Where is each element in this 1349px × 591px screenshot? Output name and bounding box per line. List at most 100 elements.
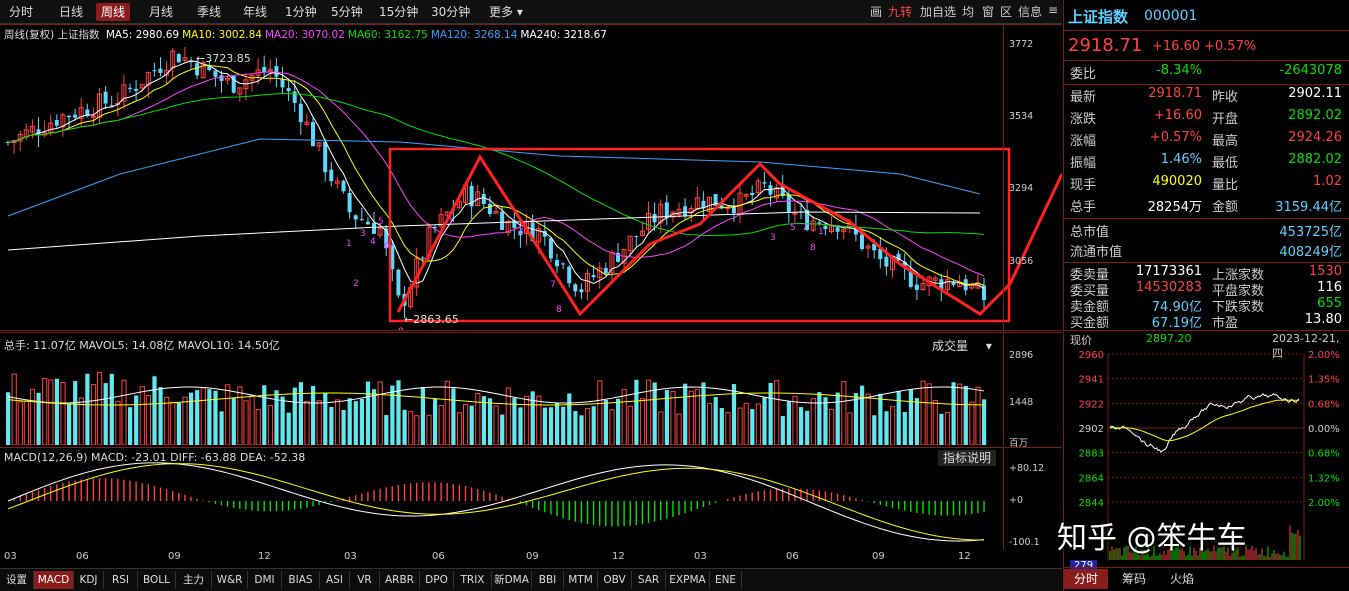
mini-tab-flame[interactable]: 火焰 [1160, 569, 1204, 589]
average-button[interactable]: 均 [962, 3, 974, 20]
tab-5min[interactable]: 5分钟 [326, 3, 368, 21]
indicator-tab[interactable]: VR [350, 571, 380, 589]
indicator-tab[interactable]: MACD [34, 571, 74, 589]
annotation-path [396, 154, 1062, 317]
x-tick: 09 [168, 551, 181, 562]
indicator-tab[interactable]: DPO [420, 571, 454, 589]
quote-value: 2918.71 [1148, 86, 1202, 101]
indicator-tab[interactable]: MTM [564, 571, 598, 589]
volume-bar [139, 386, 145, 445]
volume-bar [890, 406, 896, 445]
kline-pane[interactable]: 1234567833571881 3772 3534 3294 3056 ←37… [0, 24, 1062, 331]
draw-button[interactable]: 画 [870, 3, 882, 20]
indicator-tab[interactable]: W&R [212, 571, 248, 589]
x-tick: 03 [344, 551, 357, 562]
indicator-tab[interactable]: OBV [598, 571, 632, 589]
window-button[interactable]: 窗 [982, 3, 994, 20]
volume-bar [365, 381, 371, 445]
indicator-tab[interactable]: 主力 [176, 571, 212, 589]
indicator-tab[interactable]: BOLL [138, 571, 176, 589]
volume-bar [567, 393, 572, 445]
indicator-tab[interactable]: ENE [710, 571, 742, 589]
x-tick: 12 [258, 551, 271, 562]
menu-icon[interactable]: ≡ [1048, 3, 1058, 17]
volume-dropdown-label: 成交量 [932, 339, 969, 353]
volume-bar [438, 405, 444, 445]
tab-30min[interactable]: 30分钟 [426, 3, 475, 21]
ma-legend-item: MA240: 3218.67 [520, 29, 607, 41]
tab-monthly[interactable]: 月线 [144, 3, 178, 21]
volume-bar [243, 400, 249, 445]
range-button[interactable]: 区 [1000, 3, 1012, 20]
tab-timeshare[interactable]: 分时 [4, 3, 38, 21]
tab-weekly[interactable]: 周线 [96, 3, 131, 21]
tab-more[interactable]: 更多 ▾ [484, 3, 528, 21]
volume-bar [36, 392, 41, 445]
mini-y-left: 2902 [1079, 424, 1104, 435]
volume-bar [29, 388, 36, 445]
x-tick: 09 [872, 551, 885, 562]
tab-quarterly[interactable]: 季线 [192, 3, 226, 21]
quote-label: 最高 [1212, 134, 1239, 149]
mcap-label: 流通市值 [1070, 245, 1123, 260]
indicator-tab[interactable]: EXPMA [666, 571, 710, 589]
quote-value: 490020 [1152, 174, 1202, 189]
indicator-tab[interactable]: SAR [632, 571, 666, 589]
quote-row: 振幅 1.46% 最低 2882.02 [1070, 152, 1342, 172]
volume-bar [829, 408, 835, 445]
y-label: 3056 [1009, 256, 1034, 267]
volume-bar [377, 381, 383, 445]
indicator-tab[interactable]: DMI [248, 571, 282, 589]
add-watchlist-button[interactable]: 加自选 [920, 3, 956, 20]
indicator-tab[interactable]: ARBR [380, 571, 420, 589]
mini-tab-timeshare[interactable]: 分时 [1064, 569, 1108, 589]
volume-bar [591, 406, 596, 445]
candle-body [884, 256, 889, 267]
nine-turn-button[interactable]: 九转 [888, 3, 912, 20]
indicator-tab[interactable]: TRIX [454, 571, 492, 589]
mcap-row: 总市值 453725亿 [1070, 221, 1342, 241]
stats-value: 1530 [1308, 264, 1342, 279]
tab-15min[interactable]: 15分钟 [374, 3, 423, 21]
volume-bar [932, 399, 938, 445]
quote-label: 开盘 [1212, 112, 1239, 127]
tab-yearly[interactable]: 年线 [238, 3, 272, 21]
macd-pane[interactable]: MACD(12,26,9) MACD: -23.01 DIFF: -63.88 … [0, 447, 1062, 549]
x-tick: 03 [694, 551, 707, 562]
volume-dropdown[interactable]: 成交量 ▾ [932, 337, 992, 354]
indicator-tab[interactable]: 设置 [0, 571, 34, 589]
ma-legend-item: MA120: 3268.14 [430, 29, 518, 41]
indicator-tab[interactable]: BBI [532, 571, 564, 589]
candle-body [396, 269, 401, 296]
candle-body [555, 259, 559, 267]
mini-y-right: 0.68% [1308, 449, 1340, 460]
volume-bar [963, 385, 968, 445]
stats-value: 14530283 [1135, 280, 1202, 295]
volume-pane[interactable]: 总手: 11.07亿 MAVOL5: 14.08亿 MAVOL10: 14.50… [0, 332, 1062, 449]
mini-y-left: 2960 [1079, 350, 1104, 361]
candle-body [176, 54, 181, 63]
candle-body [420, 257, 425, 259]
candle-body [548, 238, 553, 259]
mini-y-left: 2941 [1079, 375, 1104, 386]
volume-bar [359, 398, 364, 445]
volume-bar [500, 414, 505, 445]
mini-tab-chips[interactable]: 筹码 [1112, 569, 1156, 589]
y-label: 3294 [1009, 183, 1034, 194]
indicator-tab[interactable]: KDJ [74, 571, 104, 589]
indicator-tab[interactable]: RSI [104, 571, 138, 589]
volume-bar [48, 379, 54, 445]
info-button[interactable]: 信息 [1018, 3, 1042, 20]
indicator-help-button[interactable]: 指标说明 [938, 450, 997, 466]
tab-1min[interactable]: 1分钟 [280, 3, 322, 21]
indicator-tab[interactable]: ASI [320, 571, 350, 589]
volume-bar [267, 405, 273, 445]
tab-daily[interactable]: 日线 [54, 3, 88, 21]
volume-bar [719, 408, 724, 445]
volume-bar [11, 373, 17, 445]
indicator-tab[interactable]: BIAS [282, 571, 320, 589]
candle-body [262, 66, 267, 73]
volume-bar [944, 412, 951, 445]
candle-body [219, 75, 224, 81]
indicator-tab[interactable]: 新DMA [492, 571, 532, 589]
